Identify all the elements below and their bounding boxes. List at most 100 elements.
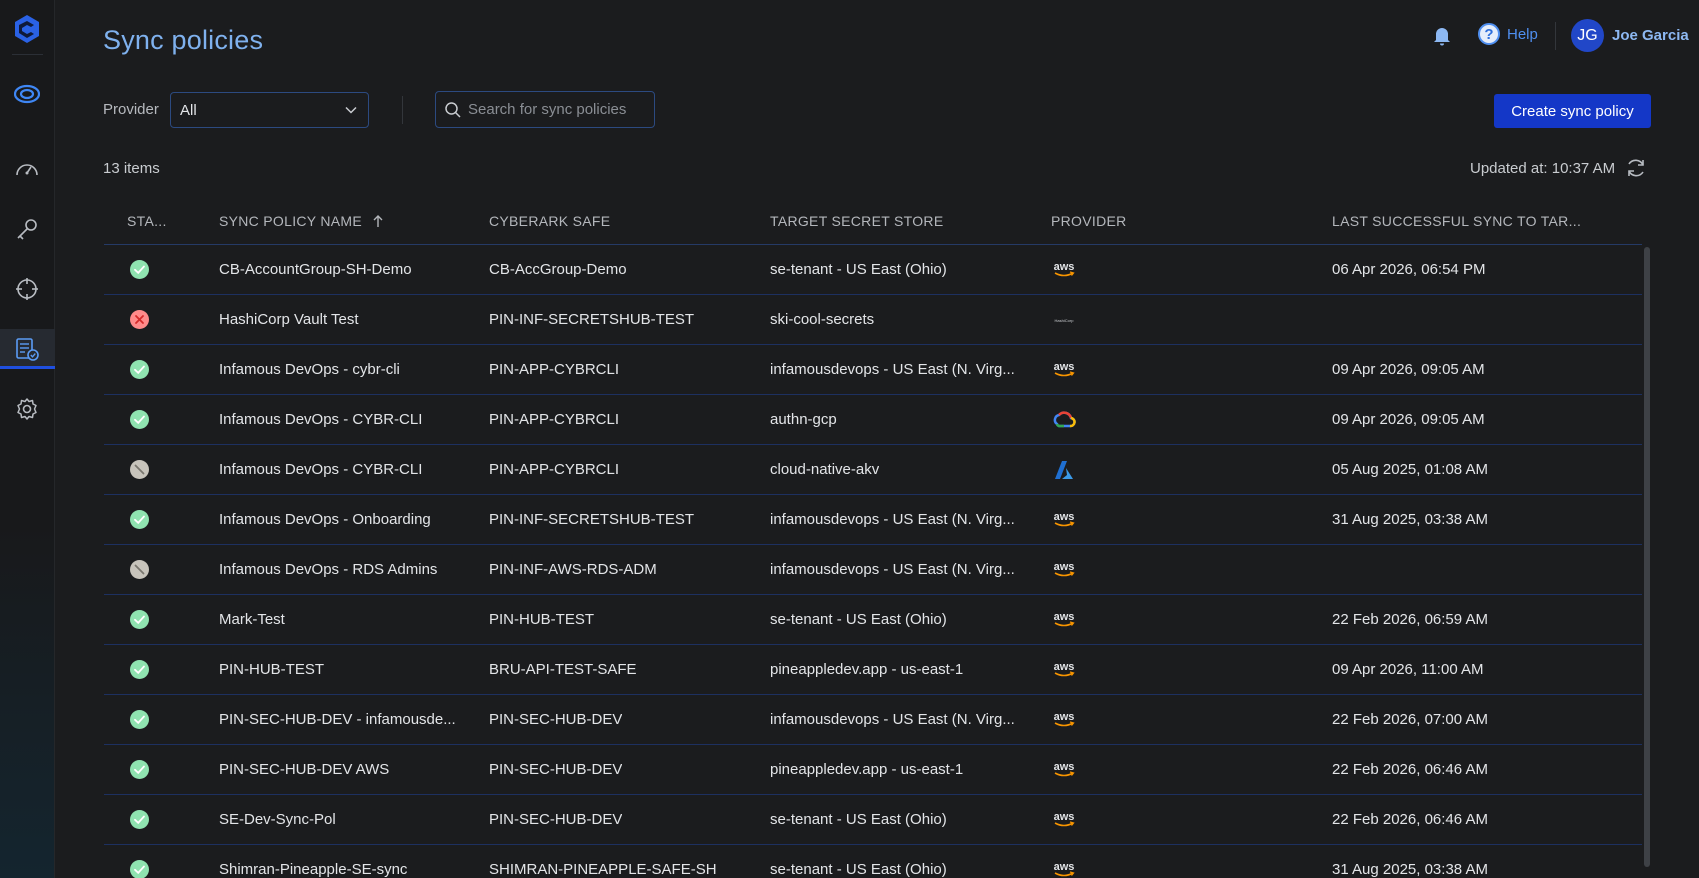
table-row[interactable]: Infamous DevOps - cybr-cli PIN-APP-CYBRCL… <box>104 345 1642 395</box>
cell-target-secret-store: cloud-native-akv <box>770 461 880 478</box>
cyberark-logo-icon[interactable] <box>13 14 41 44</box>
notifications-bell-icon[interactable] <box>1430 23 1454 47</box>
column-header-sync-policy-name[interactable]: SYNC POLICY NAME <box>219 213 384 229</box>
settings-gear-icon[interactable] <box>14 396 40 422</box>
cell-cyberark-safe: PIN-INF-AWS-RDS-ADM <box>489 561 657 578</box>
dashboard-gauge-icon[interactable] <box>14 157 40 183</box>
table-row[interactable]: PIN-SEC-HUB-DEV - infamousde... PIN-SEC-H… <box>104 695 1642 745</box>
column-header-provider[interactable]: PROVIDER <box>1051 213 1127 229</box>
cell-sync-policy-name[interactable]: PIN-SEC-HUB-DEV - infamousde... <box>219 711 456 728</box>
table-row[interactable]: CB-AccountGroup-SH-Demo CB-AccGroup-Demo s… <box>104 245 1642 295</box>
help-link[interactable]: ? Help <box>1478 23 1538 45</box>
help-question-icon: ? <box>1478 23 1500 45</box>
table-row[interactable]: Infamous DevOps - Onboarding PIN-INF-SECR… <box>104 495 1642 545</box>
column-header-target-secret-store[interactable]: TARGET SECRET STORE <box>770 213 943 229</box>
status-success-icon <box>129 359 150 380</box>
column-header-last-successful-sync[interactable]: LAST SUCCESSFUL SYNC TO TAR... <box>1332 213 1581 229</box>
cell-sync-policy-name[interactable]: SE-Dev-Sync-Pol <box>219 811 336 828</box>
table-header: STA... SYNC POLICY NAME CYBERARK SAFE TA… <box>104 200 1642 245</box>
cell-sync-policy-name[interactable]: Infamous DevOps - CYBR-CLI <box>219 411 422 428</box>
status-success-icon <box>129 759 150 780</box>
svg-text:aws: aws <box>1054 511 1075 523</box>
cell-target-secret-store: authn-gcp <box>770 411 837 428</box>
cell-last-successful-sync: 22 Feb 2026, 06:46 AM <box>1332 761 1488 778</box>
provider-aws-icon: aws <box>1052 809 1076 831</box>
status-success-icon <box>129 859 150 878</box>
cell-target-secret-store: se-tenant - US East (Ohio) <box>770 261 947 278</box>
table-row[interactable]: Infamous DevOps - CYBR-CLI PIN-APP-CYBRCL… <box>104 395 1642 445</box>
cell-last-successful-sync: 22 Feb 2026, 06:59 AM <box>1332 611 1488 628</box>
table-row[interactable]: Shimran-Pineapple-SE-sync SHIMRAN-PINEAPP… <box>104 845 1642 878</box>
cell-last-successful-sync: 31 Aug 2025, 03:38 AM <box>1332 511 1488 528</box>
table-row[interactable]: SE-Dev-Sync-Pol PIN-SEC-HUB-DEV se-tenant … <box>104 795 1642 845</box>
page-title: Sync policies <box>103 25 264 55</box>
column-header-cyberark-safe[interactable]: CYBERARK SAFE <box>489 213 610 229</box>
user-name: Joe Garcia <box>1612 27 1689 44</box>
sidebar-divider <box>12 54 43 55</box>
table-scrollbar[interactable] <box>1644 247 1650 867</box>
table-row[interactable]: PIN-SEC-HUB-DEV AWS PIN-SEC-HUB-DEV pineap… <box>104 745 1642 795</box>
search-input[interactable] <box>468 101 648 118</box>
cell-sync-policy-name[interactable]: Infamous DevOps - RDS Admins <box>219 561 437 578</box>
status-disabled-icon <box>129 559 150 580</box>
table-row[interactable]: Mark-Test PIN-HUB-TEST se-tenant - US East… <box>104 595 1642 645</box>
cell-last-successful-sync: 09 Apr 2026, 09:05 AM <box>1332 361 1485 378</box>
cell-last-successful-sync: 09 Apr 2026, 11:00 AM <box>1332 661 1484 678</box>
cell-cyberark-safe: PIN-APP-CYBRCLI <box>489 461 620 478</box>
secrets-hub-icon[interactable] <box>13 81 41 107</box>
provider-aws-icon: aws <box>1052 709 1076 731</box>
cell-cyberark-safe: BRU-API-TEST-SAFE <box>489 661 637 678</box>
cell-target-secret-store: pineappledev.app - us-east-1 <box>770 661 964 678</box>
status-success-icon <box>129 259 150 280</box>
svg-text:aws: aws <box>1054 861 1075 873</box>
cell-sync-policy-name[interactable]: PIN-SEC-HUB-DEV AWS <box>219 761 389 778</box>
header-divider <box>1555 22 1556 50</box>
sidebar-active-indicator <box>0 366 55 369</box>
cell-sync-policy-name[interactable]: Infamous DevOps - CYBR-CLI <box>219 461 422 478</box>
cell-target-secret-store: se-tenant - US East (Ohio) <box>770 811 947 828</box>
cell-sync-policy-name[interactable]: PIN-HUB-TEST <box>219 661 324 678</box>
svg-text:aws: aws <box>1054 811 1075 823</box>
create-sync-policy-button[interactable]: Create sync policy <box>1494 94 1651 128</box>
cell-cyberark-safe: PIN-INF-SECRETSHUB-TEST <box>489 511 695 528</box>
cell-sync-policy-name[interactable]: HashiCorp Vault Test <box>219 311 359 328</box>
cell-target-secret-store: se-tenant - US East (Ohio) <box>770 861 947 878</box>
cell-cyberark-safe: PIN-SEC-HUB-DEV <box>489 711 623 728</box>
provider-aws-icon: aws <box>1052 259 1076 281</box>
provider-hashicorp-icon: HashiCorp <box>1052 309 1076 331</box>
user-menu[interactable]: JG Joe Garcia <box>1571 19 1689 52</box>
table-row[interactable]: PIN-HUB-TEST BRU-API-TEST-SAFE pineapplede… <box>104 645 1642 695</box>
provider-aws-icon: aws <box>1052 759 1076 781</box>
cell-last-successful-sync: 06 Apr 2026, 06:54 PM <box>1332 261 1486 278</box>
status-success-icon <box>129 609 150 630</box>
cell-cyberark-safe: PIN-APP-CYBRCLI <box>489 361 620 378</box>
column-header-status[interactable]: STA... <box>127 213 167 229</box>
provider-aws-icon: aws <box>1052 659 1076 681</box>
search-box <box>435 91 655 128</box>
cell-sync-policy-name[interactable]: Infamous DevOps - cybr-cli <box>219 361 400 378</box>
avatar: JG <box>1571 19 1604 52</box>
items-count: 13 items <box>103 160 160 177</box>
svg-text:aws: aws <box>1054 611 1075 623</box>
cell-sync-policy-name[interactable]: Mark-Test <box>219 611 285 628</box>
cell-cyberark-safe: PIN-SEC-HUB-DEV <box>489 811 623 828</box>
key-icon[interactable] <box>14 217 40 243</box>
table-row[interactable]: HashiCorp Vault Test PIN-INF-SECRETSHUB-T… <box>104 295 1642 345</box>
toolbar-divider <box>402 96 403 124</box>
cell-cyberark-safe: PIN-HUB-TEST <box>489 611 594 628</box>
table-row[interactable]: Infamous DevOps - CYBR-CLI PIN-APP-CYBRCL… <box>104 445 1642 495</box>
cell-last-successful-sync: 05 Aug 2025, 01:08 AM <box>1332 461 1488 478</box>
cell-target-secret-store: pineappledev.app - us-east-1 <box>770 761 964 778</box>
cell-sync-policy-name[interactable]: Shimran-Pineapple-SE-sync <box>219 861 407 878</box>
provider-aws-icon: aws <box>1052 559 1076 581</box>
provider-gcp-icon <box>1052 409 1076 431</box>
svg-text:aws: aws <box>1054 361 1075 373</box>
table-row[interactable]: Infamous DevOps - RDS Admins PIN-INF-AWS-… <box>104 545 1642 595</box>
target-crosshair-icon[interactable] <box>14 276 40 302</box>
sync-policies-icon[interactable] <box>14 336 40 362</box>
provider-filter-select[interactable]: All <box>170 92 369 128</box>
cell-sync-policy-name[interactable]: CB-AccountGroup-SH-Demo <box>219 261 412 278</box>
svg-text:aws: aws <box>1054 711 1075 723</box>
cell-sync-policy-name[interactable]: Infamous DevOps - Onboarding <box>219 511 431 528</box>
refresh-icon[interactable] <box>1624 156 1648 180</box>
